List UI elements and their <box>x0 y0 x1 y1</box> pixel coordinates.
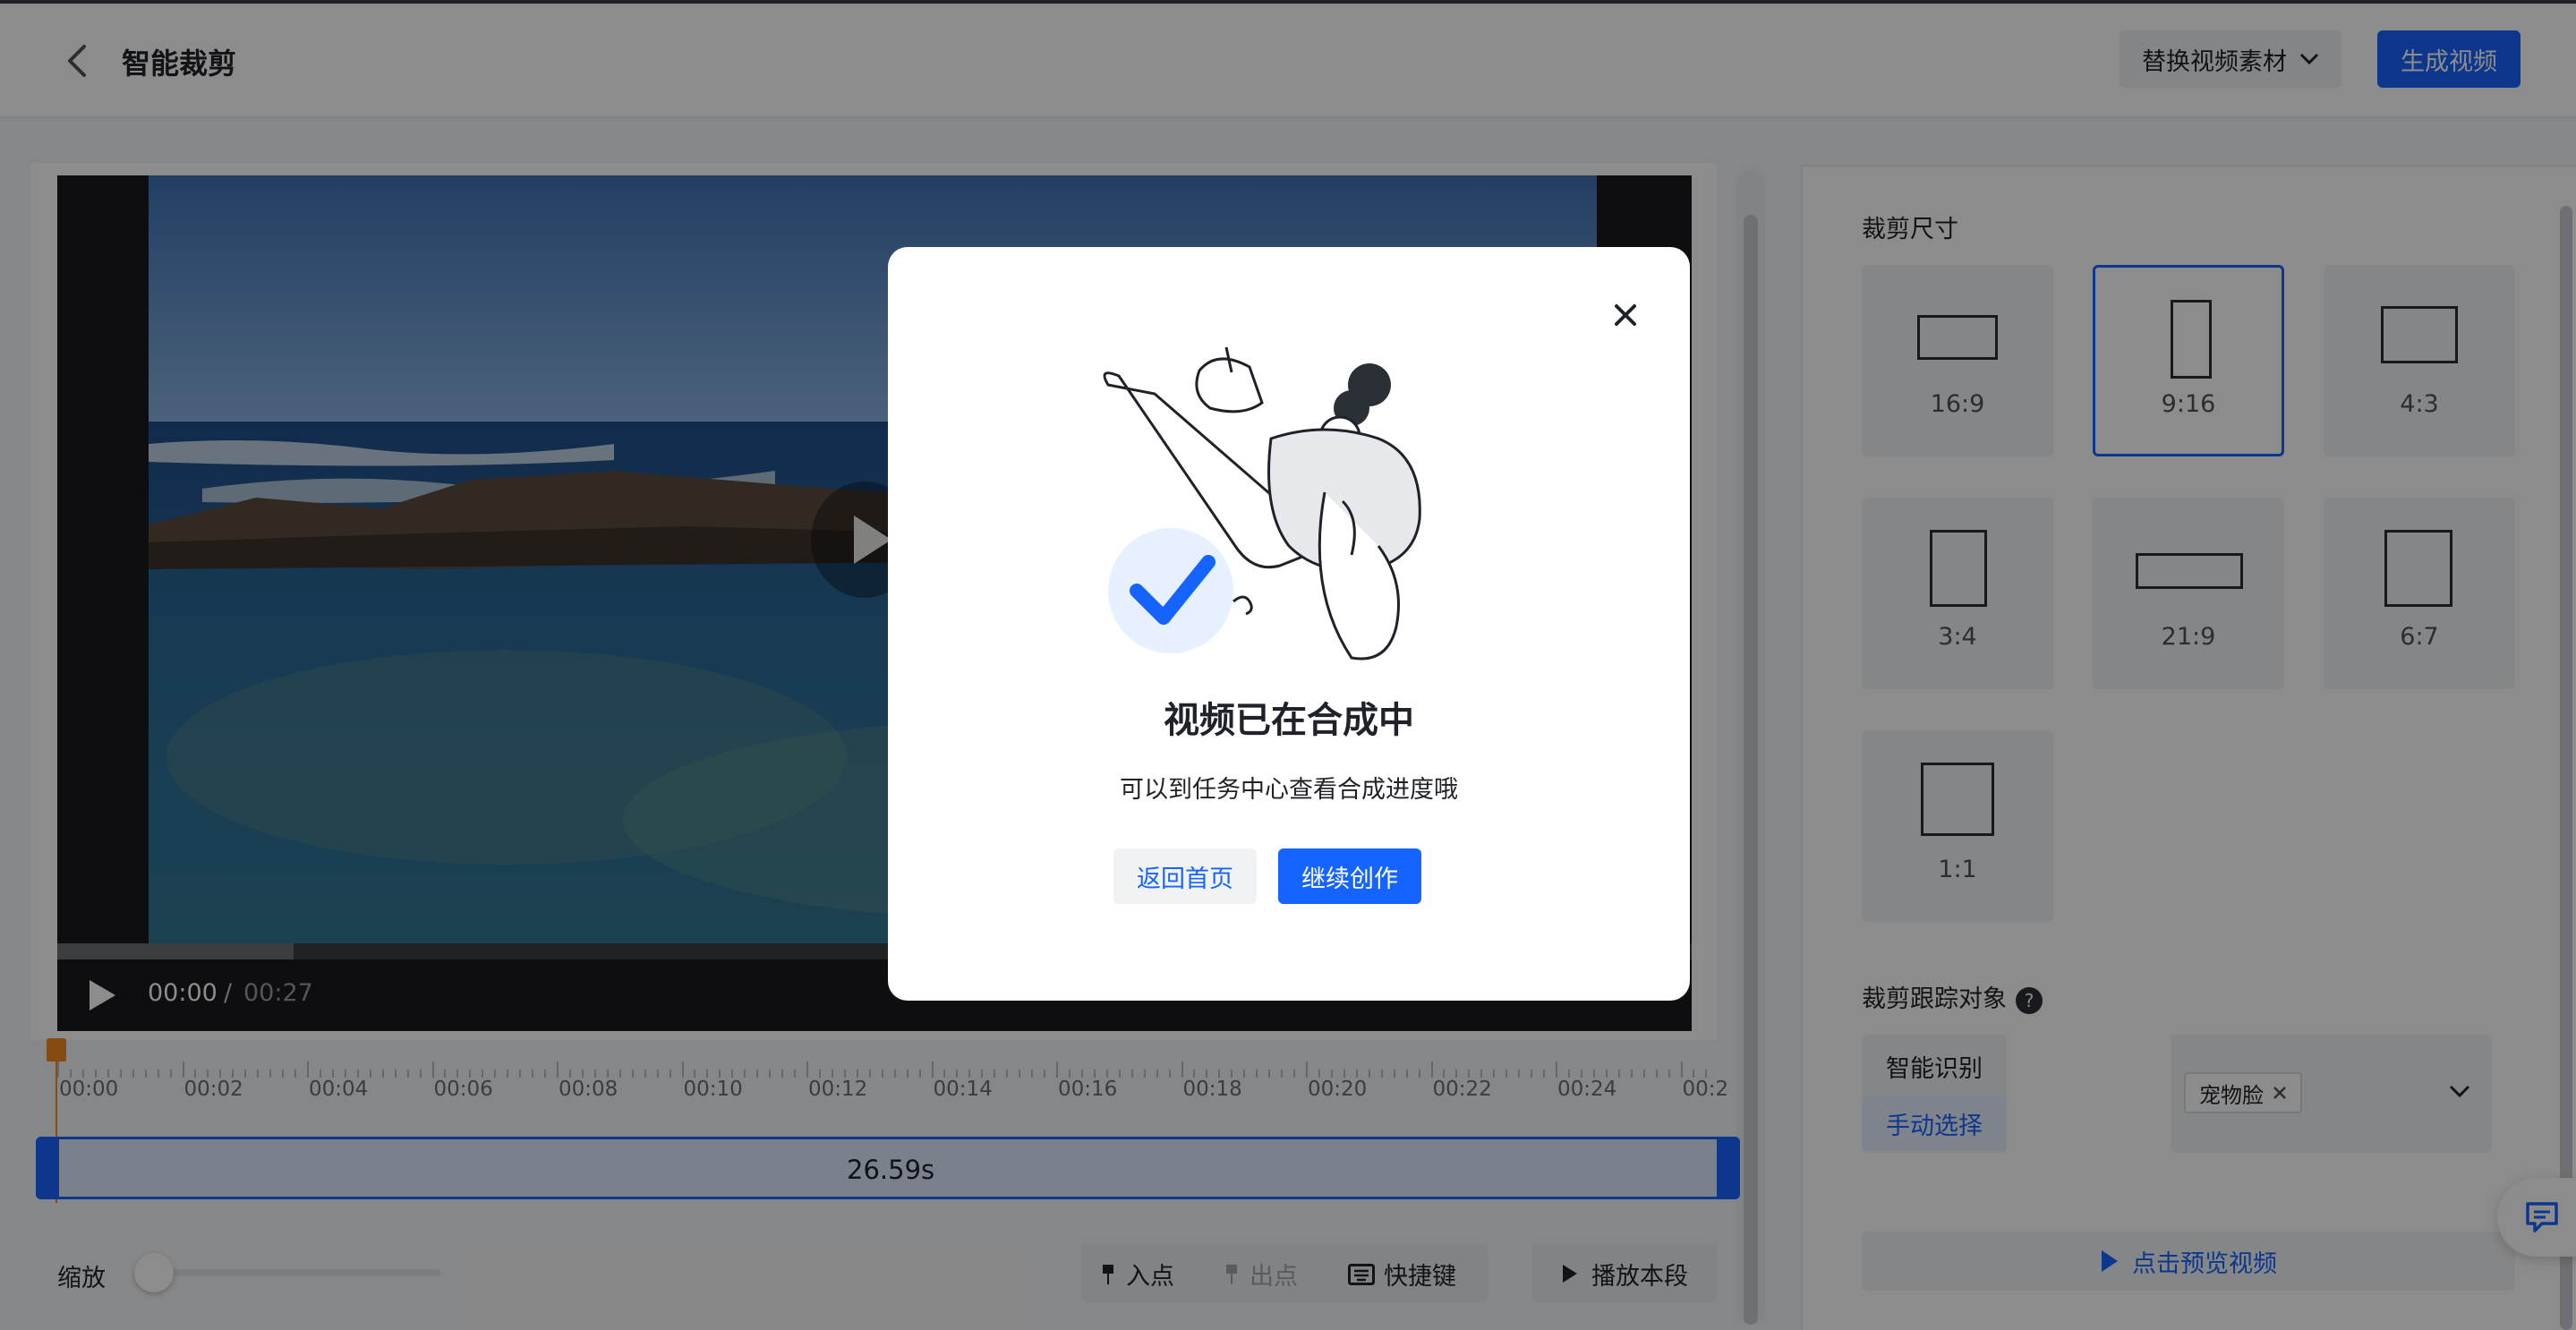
success-illustration <box>1092 331 1450 671</box>
modal-subtitle: 可以到任务中心查看合成进度哦 <box>1120 776 1458 804</box>
close-icon[interactable] <box>1606 295 1645 335</box>
continue-creating-button[interactable]: 继续创作 <box>1278 848 1421 904</box>
back-home-button[interactable]: 返回首页 <box>1113 848 1257 904</box>
modal-title: 视频已在合成中 <box>1164 700 1414 741</box>
